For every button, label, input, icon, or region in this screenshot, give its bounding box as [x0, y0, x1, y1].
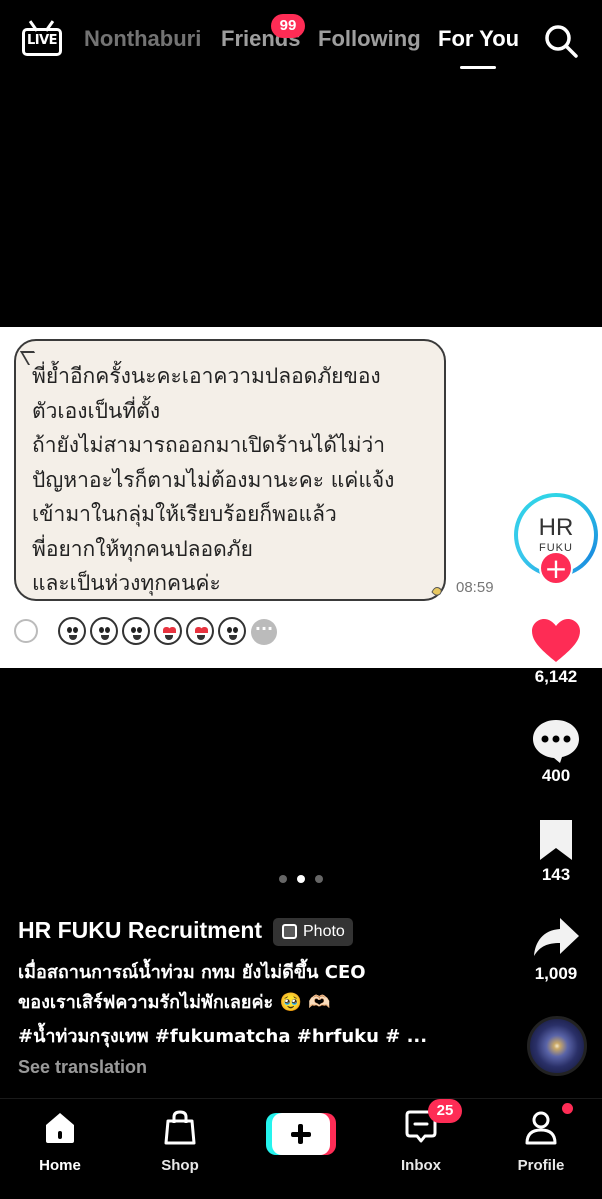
chat-bubble: พี่ย้ำอีกครั้งนะคะเอาความปลอดภัยของ ตัวเ… [14, 339, 446, 601]
follow-button[interactable]: + [539, 551, 573, 585]
photo-icon [282, 924, 297, 939]
live-tv-icon[interactable]: LIVE [22, 20, 62, 58]
reaction-emoji-icon [218, 617, 246, 645]
more-reactions-icon: ··· [251, 619, 277, 645]
share-arrow-icon[interactable] [530, 915, 582, 961]
like-heart-icon[interactable] [530, 618, 582, 664]
message-line: เข้ามาในกลุ่มให้เรียบร้อยก็พอแล้ว [32, 502, 337, 526]
photo-tag: Photo [273, 918, 353, 946]
author-name[interactable]: HR FUKU Recruitment [18, 917, 262, 944]
message-line: พี่อยากให้ทุกคนปลอดภัย [32, 536, 253, 561]
create-post-button[interactable] [266, 1113, 336, 1155]
top-navigation: LIVE Nonthaburi Friends 99 Following For… [0, 0, 602, 80]
reaction-heart-eyes-icon [186, 617, 214, 645]
message-line: และเป็นห่วงทุกคนค่ะ [32, 571, 221, 595]
tab-nonthaburi[interactable]: Nonthaburi [84, 26, 201, 52]
avatar-logo-text: HR [538, 514, 574, 541]
shop-bag-icon [164, 1110, 196, 1145]
live-label: LIVE [26, 33, 58, 48]
carousel-indicator [276, 874, 326, 884]
profile-icon [525, 1111, 557, 1145]
tab-following[interactable]: Following [318, 26, 421, 52]
message-time: 08:59 [456, 579, 494, 596]
reaction-heart-eyes-icon [154, 617, 182, 645]
search-icon[interactable] [544, 24, 578, 58]
caption-line[interactable]: เมื่อสถานการณ์น้ำท่วม กทม ยังไม่ดีขึ้น C… [18, 957, 366, 986]
photo-tag-label: Photo [303, 923, 345, 940]
reaction-emoji-icon [122, 617, 150, 645]
profile-notification-dot [562, 1103, 573, 1114]
reaction-emoji-icon [58, 617, 86, 645]
like-count: 6,142 [534, 667, 578, 686]
inbox-badge: 25 [428, 1099, 462, 1123]
comment-icon[interactable] [530, 718, 582, 764]
message-line: พี่ย้ำอีกครั้งนะคะเอาความปลอดภัยของ [32, 364, 381, 388]
carousel-dot [315, 875, 323, 883]
active-tab-indicator [460, 66, 496, 69]
read-receipt-icon [431, 587, 442, 596]
carousel-dot [279, 875, 287, 883]
carousel-dot-active [297, 875, 305, 883]
see-translation-link[interactable]: See translation [18, 1057, 147, 1078]
nav-shop-label: Shop [161, 1157, 199, 1174]
caption-line[interactable]: ของเราเสิร์ฟความรักไม่พักเลยค่ะ 🥹 🫶🏻 [18, 987, 331, 1016]
save-count: 143 [541, 865, 571, 884]
nav-home-label: Home [39, 1157, 81, 1174]
post-photo[interactable]: พี่ย้ำอีกครั้งนะคะเอาความปลอดภัยของ ตัวเ… [0, 327, 602, 668]
nav-inbox-label: Inbox [401, 1157, 441, 1174]
comment-count: 400 [541, 766, 571, 785]
nav-profile-label: Profile [517, 1157, 565, 1174]
music-disc-icon[interactable] [527, 1016, 587, 1076]
home-icon [46, 1113, 74, 1143]
tab-for-you[interactable]: For You [438, 26, 519, 52]
message-line: ถ้ายังไม่สามารถออกมาเปิดร้านได้ไม่ว่า [32, 433, 386, 457]
add-reaction-icon [14, 619, 38, 643]
reaction-emoji-icon [90, 617, 118, 645]
message-line: ปัญหาอะไรก็ตามไม่ต้องมานะคะ แค่แจ้ง [32, 467, 395, 492]
friends-badge: 99 [271, 14, 305, 38]
bookmark-icon[interactable] [530, 818, 582, 864]
share-count: 1,009 [534, 964, 578, 983]
caption-hashtags[interactable]: #น้ำท่วมกรุงเทพ #fukumatcha #hrfuku # ..… [18, 1021, 427, 1050]
message-line: ตัวเองเป็นที่ตั้ง [32, 398, 161, 423]
